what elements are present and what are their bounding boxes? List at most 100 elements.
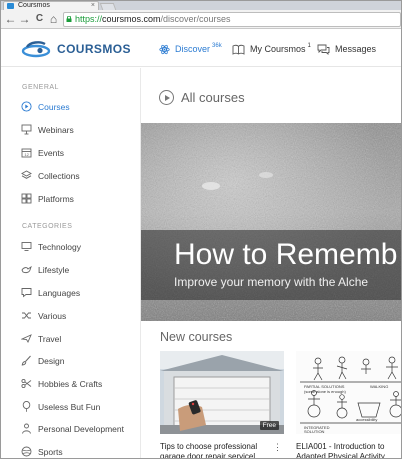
- svg-text:WALKING: WALKING: [370, 384, 388, 389]
- shuffle-icon: [22, 312, 31, 319]
- sidebar-item-collections[interactable]: Collections: [21, 168, 80, 183]
- sidebar-item-label: Various: [38, 310, 67, 321]
- browser-toolbar: ← → C ⌂ https://coursmos.com/discover/co…: [1, 10, 401, 29]
- svg-text:(some alone is enough): (some alone is enough): [304, 389, 346, 394]
- page-title-text: All courses: [181, 90, 245, 105]
- sidebar-item-various[interactable]: Various: [21, 308, 66, 323]
- nav-my-coursmos-label: My Coursmos: [250, 44, 306, 54]
- sidebar-item-label: Languages: [38, 287, 81, 298]
- svg-text:12: 12: [24, 152, 29, 157]
- monitor-icon: [21, 242, 32, 251]
- sidebar: GENERAL Courses Webinars 12 Events Colle…: [1, 68, 141, 458]
- play-circle-icon: [21, 101, 32, 112]
- nav-discover-count: 36k: [212, 43, 222, 49]
- sketch-illustration-image: PARTIAL SOLUTIONS (some alone is enough)…: [296, 351, 401, 434]
- lock-icon: [66, 16, 72, 22]
- grid-icon: [21, 193, 32, 204]
- person-icon: [22, 423, 31, 434]
- page-title: All courses: [159, 90, 245, 105]
- more-options-icon[interactable]: ⋮: [273, 443, 282, 452]
- tab-close-icon[interactable]: ×: [91, 2, 95, 10]
- sidebar-item-label: Platforms: [38, 193, 74, 204]
- bird-icon: [21, 265, 32, 274]
- nav-discover[interactable]: Discover 36k: [159, 41, 222, 57]
- chat-icon: [317, 44, 330, 55]
- sidebar-item-sports[interactable]: Sports: [21, 444, 63, 458]
- new-tab-button[interactable]: [99, 3, 117, 10]
- sidebar-item-label: Webinars: [38, 124, 74, 135]
- reload-button[interactable]: C: [33, 12, 46, 26]
- brush-icon: [21, 355, 31, 366]
- sidebar-item-lifestyle[interactable]: Lifestyle: [21, 262, 69, 277]
- address-bar[interactable]: https://coursmos.com/discover/courses: [63, 12, 401, 27]
- sidebar-item-webinars[interactable]: Webinars: [21, 122, 74, 137]
- url-path: /discover/courses: [160, 14, 231, 24]
- sidebar-item-label: Sports: [38, 446, 63, 457]
- course-card[interactable]: Free Tips to choose professional garage …: [160, 351, 284, 458]
- banner-subtitle: Improve your memory with the Alche: [174, 275, 369, 289]
- play-circle-icon: [159, 90, 174, 105]
- nav-discover-label: Discover: [175, 44, 211, 54]
- sidebar-item-label: Lifestyle: [38, 264, 70, 275]
- calendar-icon: 12: [21, 148, 32, 158]
- brand-name: COURSMOS: [57, 42, 131, 56]
- course-card-title[interactable]: ELIA001 - Introduction to Adapted Physic…: [296, 442, 401, 458]
- layers-icon: [21, 170, 32, 179]
- section-categories-label: CATEGORIES: [22, 223, 73, 230]
- main-content: All courses How to Rememb Improve your m…: [141, 68, 401, 458]
- free-badge: Free: [259, 421, 279, 430]
- sidebar-item-useless-but-fun[interactable]: Useless But Fun: [21, 399, 100, 414]
- logo[interactable]: COURSMOS: [21, 39, 131, 59]
- sidebar-item-events[interactable]: 12 Events: [21, 145, 64, 160]
- sidebar-item-label: Events: [38, 147, 64, 158]
- sidebar-item-label: Courses: [38, 101, 70, 112]
- course-card-title[interactable]: Tips to choose professional garage door …: [160, 442, 270, 458]
- sidebar-item-design[interactable]: Design: [21, 353, 64, 368]
- presentation-icon: [21, 124, 32, 135]
- svg-text:SOLUTION: SOLUTION: [304, 429, 325, 434]
- sidebar-item-travel[interactable]: Travel: [21, 331, 61, 346]
- ball-icon: [21, 446, 32, 457]
- url-scheme: https://: [75, 14, 103, 24]
- tab-title: Coursmos: [18, 2, 50, 9]
- plane-icon: [21, 334, 32, 343]
- home-button[interactable]: ⌂: [47, 12, 60, 26]
- sidebar-item-languages[interactable]: Languages: [21, 285, 80, 300]
- section-general-label: GENERAL: [22, 84, 59, 91]
- sidebar-item-technology[interactable]: Technology: [21, 239, 81, 254]
- favicon-icon: [7, 3, 14, 9]
- coursmos-logo-icon: [21, 41, 51, 58]
- sidebar-item-label: Personal Development: [38, 423, 124, 434]
- course-thumbnail-garage-door: Free: [160, 351, 284, 434]
- course-card[interactable]: PARTIAL SOLUTIONS (some alone is enough)…: [296, 351, 401, 458]
- featured-course-banner[interactable]: How to Rememb Improve your memory with t…: [141, 123, 401, 321]
- sidebar-item-label: Hobbies & Crafts: [38, 378, 103, 389]
- sidebar-item-hobbies-crafts[interactable]: Hobbies & Crafts: [21, 376, 102, 391]
- course-thumbnail-adapted-activity: PARTIAL SOLUTIONS (some alone is enough)…: [296, 351, 401, 434]
- nav-my-coursmos-count: 1: [307, 43, 311, 49]
- url-host: coursmos.com: [102, 14, 161, 24]
- banner-title: How to Rememb: [174, 238, 398, 271]
- sidebar-item-platforms[interactable]: Platforms: [21, 191, 74, 206]
- browser-window: Coursmos × ← → C ⌂ https://coursmos.com/…: [0, 0, 402, 459]
- browser-tab[interactable]: Coursmos ×: [3, 1, 99, 10]
- scissors-icon: [21, 378, 32, 389]
- site-header: COURSMOS Discover 36k My Coursmos 1 Mess…: [1, 30, 401, 67]
- book-icon: [232, 44, 245, 55]
- back-button[interactable]: ←: [4, 12, 17, 26]
- sidebar-item-label: Technology: [38, 241, 82, 252]
- forward-button[interactable]: →: [18, 12, 31, 26]
- nav-messages[interactable]: Messages: [317, 41, 376, 57]
- sidebar-item-label: Collections: [38, 170, 80, 181]
- speech-bubble-icon: [21, 288, 32, 298]
- atom-icon: [159, 44, 170, 54]
- svg-text:accessibility: accessibility: [356, 417, 377, 422]
- tab-strip: Coursmos ×: [1, 1, 401, 10]
- sidebar-item-personal-development[interactable]: Personal Development: [21, 421, 124, 436]
- section-heading-new-courses: New courses: [160, 330, 233, 344]
- nav-my-coursmos[interactable]: My Coursmos 1: [232, 41, 311, 57]
- sidebar-item-courses[interactable]: Courses: [21, 99, 70, 114]
- sidebar-item-label: Useless But Fun: [38, 401, 101, 412]
- sidebar-item-label: Design: [38, 355, 65, 366]
- balloon-icon: [22, 401, 31, 412]
